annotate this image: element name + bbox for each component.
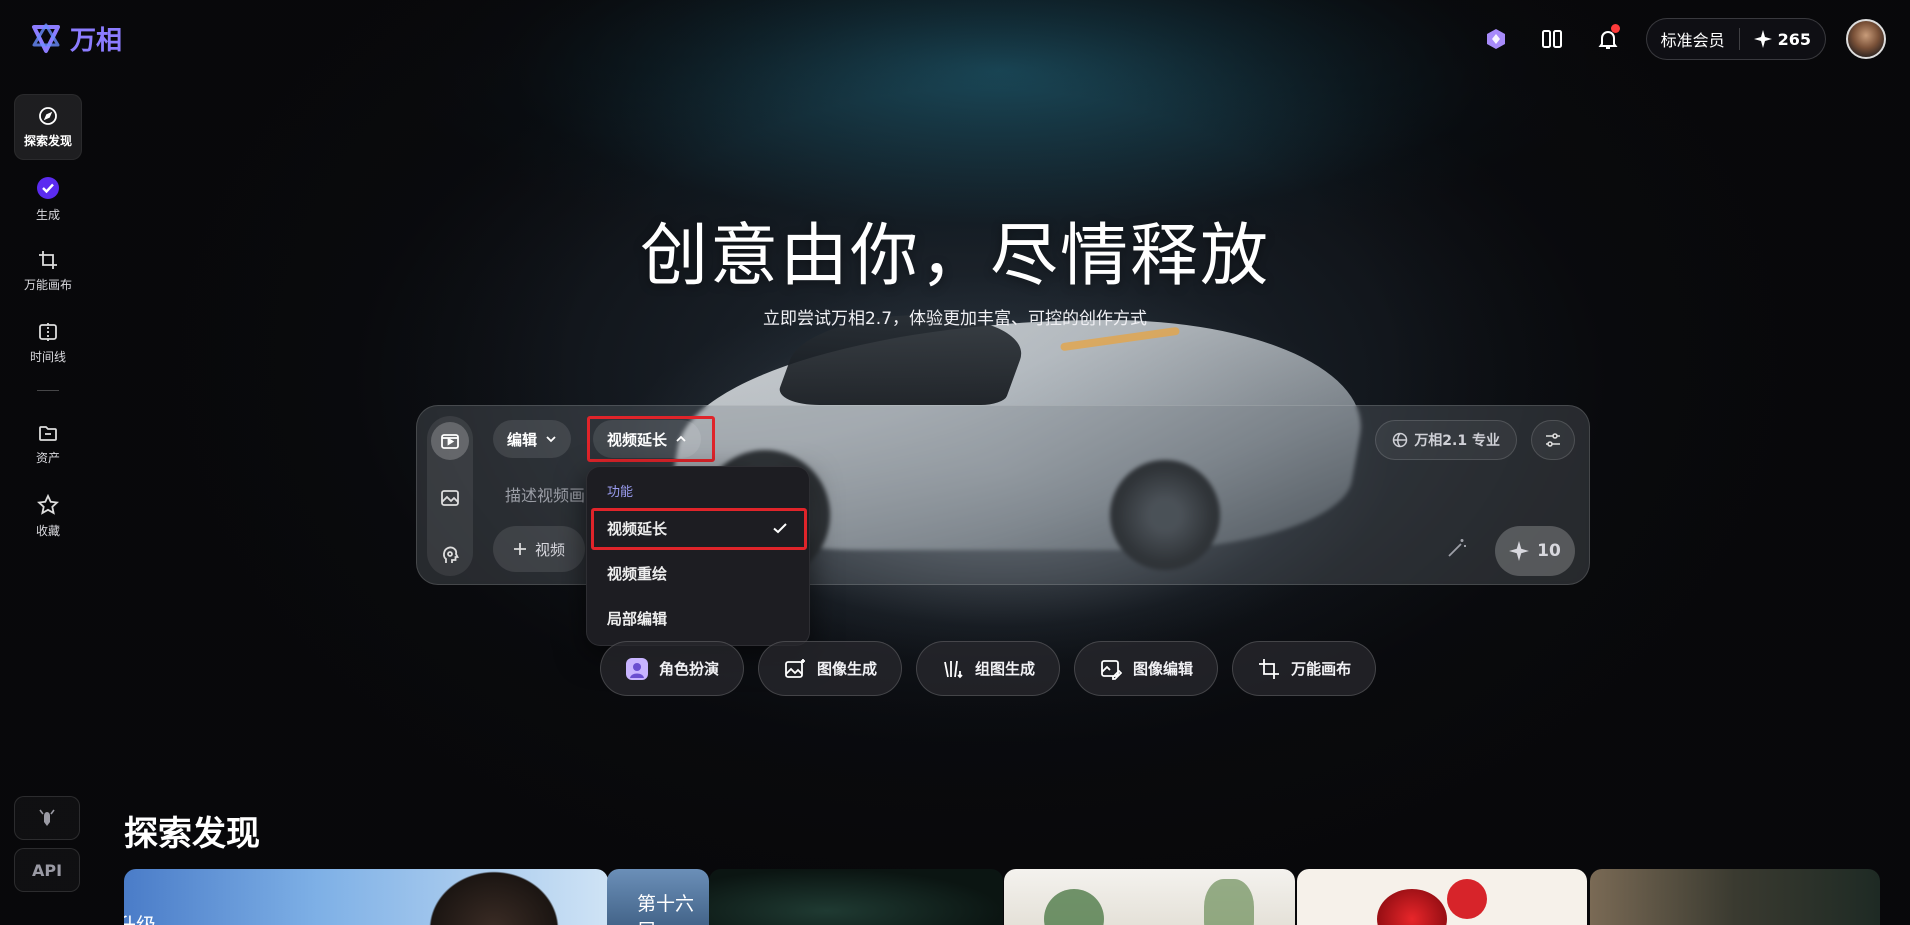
sidebar-divider xyxy=(37,390,59,391)
menu-item-label: 视频重绘 xyxy=(607,564,668,583)
sparkle-icon xyxy=(1753,30,1772,48)
generate-cost: 10 xyxy=(1537,541,1561,561)
head-profile-icon xyxy=(443,546,459,563)
sidebar-item-favorites[interactable]: 收藏 xyxy=(14,483,82,549)
highlight-box xyxy=(587,416,715,462)
shortcut-label: 图像编辑 xyxy=(1133,660,1194,678)
notification-button[interactable] xyxy=(1590,21,1626,57)
check-circle-icon xyxy=(37,176,59,199)
explore-card[interactable] xyxy=(1590,869,1880,925)
notification-dot xyxy=(1610,24,1620,33)
compass-icon xyxy=(39,106,57,125)
lobster-icon xyxy=(39,809,55,826)
shortcut-image-edit[interactable]: 图像编辑 xyxy=(1074,641,1219,696)
explore-card[interactable]: 第十六届 xyxy=(607,869,709,925)
sidebar-item-label: 资产 xyxy=(35,450,60,465)
sidebar-item-label: 收藏 xyxy=(35,523,60,538)
credits-display: 265 xyxy=(1753,29,1811,49)
card-caption: 升级 xyxy=(124,913,156,925)
card-caption: 第十六届 xyxy=(637,893,695,925)
sparkle-cube-icon xyxy=(1486,29,1505,49)
avatar-mode-button[interactable] xyxy=(431,536,469,574)
plus-icon xyxy=(514,543,526,555)
explore-card[interactable] xyxy=(1297,869,1587,925)
video-icon xyxy=(441,434,459,449)
sidebar-item-label: 时间线 xyxy=(29,349,66,364)
top-right-toolbar: 标准会员 265 xyxy=(1478,18,1886,60)
user-avatar[interactable] xyxy=(1846,19,1886,59)
sparkle-icon xyxy=(1509,541,1530,561)
logo-text: 万相 xyxy=(70,26,123,56)
hero-title: 创意由你，尽情释放 xyxy=(639,217,1270,296)
canvas-crop-icon xyxy=(1257,657,1281,681)
mode-switcher xyxy=(427,416,473,576)
highlight-box xyxy=(591,508,807,550)
app-root: 万相 标准会员 265 探索发现 生成 万能画布 时间线 资产 收藏 API 创… xyxy=(0,0,1910,925)
add-video-label: 视频 xyxy=(535,540,566,559)
explore-section-title: 探索发现 xyxy=(124,814,260,854)
shortcut-label: 角色扮演 xyxy=(659,660,720,678)
image-group-icon xyxy=(941,657,965,681)
membership-label: 标准会员 xyxy=(1660,31,1725,50)
assistant-button[interactable] xyxy=(1478,21,1514,57)
model-label: 万相2.1 专业 xyxy=(1414,433,1500,449)
shortcut-label: 组图生成 xyxy=(975,660,1036,678)
explore-card[interactable] xyxy=(709,869,1003,925)
membership-pill[interactable]: 标准会员 265 xyxy=(1645,18,1826,60)
menu-item-local-edit[interactable]: 局部编辑 xyxy=(595,599,803,637)
prompt-input[interactable]: 描述视频画 xyxy=(505,482,585,506)
book-icon xyxy=(1541,30,1562,48)
folder-icon xyxy=(39,425,57,441)
book-button[interactable] xyxy=(1534,21,1570,57)
role-play-icon xyxy=(625,657,649,681)
sliders-icon xyxy=(1546,433,1560,447)
settings-button[interactable] xyxy=(1531,420,1575,460)
model-globe-icon xyxy=(1393,432,1408,448)
menu-item-label: 局部编辑 xyxy=(607,609,668,628)
shortcut-role-play[interactable]: 角色扮演 xyxy=(600,641,745,696)
edit-label: 编辑 xyxy=(507,430,538,449)
sidebar-item-label: 探索发现 xyxy=(23,133,72,148)
explore-card[interactable] xyxy=(1004,869,1295,925)
image-mode-button[interactable] xyxy=(431,479,469,517)
video-mode-button[interactable] xyxy=(431,422,469,460)
add-video-button[interactable]: 视频 xyxy=(493,526,586,572)
shortcut-label: 万能画布 xyxy=(1291,660,1352,678)
menu-header: 功能 xyxy=(607,485,634,500)
image-icon xyxy=(441,490,459,506)
star-icon xyxy=(37,493,59,515)
api-label: API xyxy=(31,860,63,880)
app-logo[interactable]: 万相 xyxy=(28,20,122,57)
shortcut-image-group[interactable]: 组图生成 xyxy=(916,641,1061,696)
shortcut-image-gen[interactable]: 图像生成 xyxy=(758,641,903,696)
magic-wand-icon xyxy=(1448,539,1466,557)
lobster-button[interactable] xyxy=(14,796,80,840)
sidebar-item-assets[interactable]: 资产 xyxy=(14,411,82,477)
menu-item-video-redraw[interactable]: 视频重绘 xyxy=(595,554,803,592)
image-edit-icon xyxy=(1099,657,1123,681)
generate-button[interactable]: 10 xyxy=(1495,526,1575,576)
image-gen-icon xyxy=(783,657,807,681)
magic-wand-button[interactable] xyxy=(1445,536,1469,564)
api-button[interactable]: API xyxy=(14,848,80,892)
shortcut-canvas[interactable]: 万能画布 xyxy=(1232,641,1377,696)
hero-subtitle: 立即尝试万相2.7，体验更加丰富、可控的创作方式 xyxy=(762,309,1148,329)
sidebar-item-explore[interactable]: 探索发现 xyxy=(14,94,82,160)
shortcut-label: 图像生成 xyxy=(817,660,878,678)
explore-card[interactable]: 升级 xyxy=(124,869,608,925)
credits-count: 265 xyxy=(1777,29,1811,49)
logo-icon xyxy=(32,23,60,53)
divider xyxy=(1738,28,1740,50)
chevron-down-icon xyxy=(546,436,556,443)
sidebar-bottom: API xyxy=(14,796,80,900)
shortcut-bar: 角色扮演 图像生成 组图生成 图像编辑 万能画布 xyxy=(600,641,1377,696)
edit-dropdown[interactable]: 编辑 xyxy=(493,420,572,458)
function-menu: 功能 视频延长 视频重绘 局部编辑 xyxy=(586,466,810,646)
model-selector[interactable]: 万相2.1 专业 xyxy=(1375,420,1517,460)
